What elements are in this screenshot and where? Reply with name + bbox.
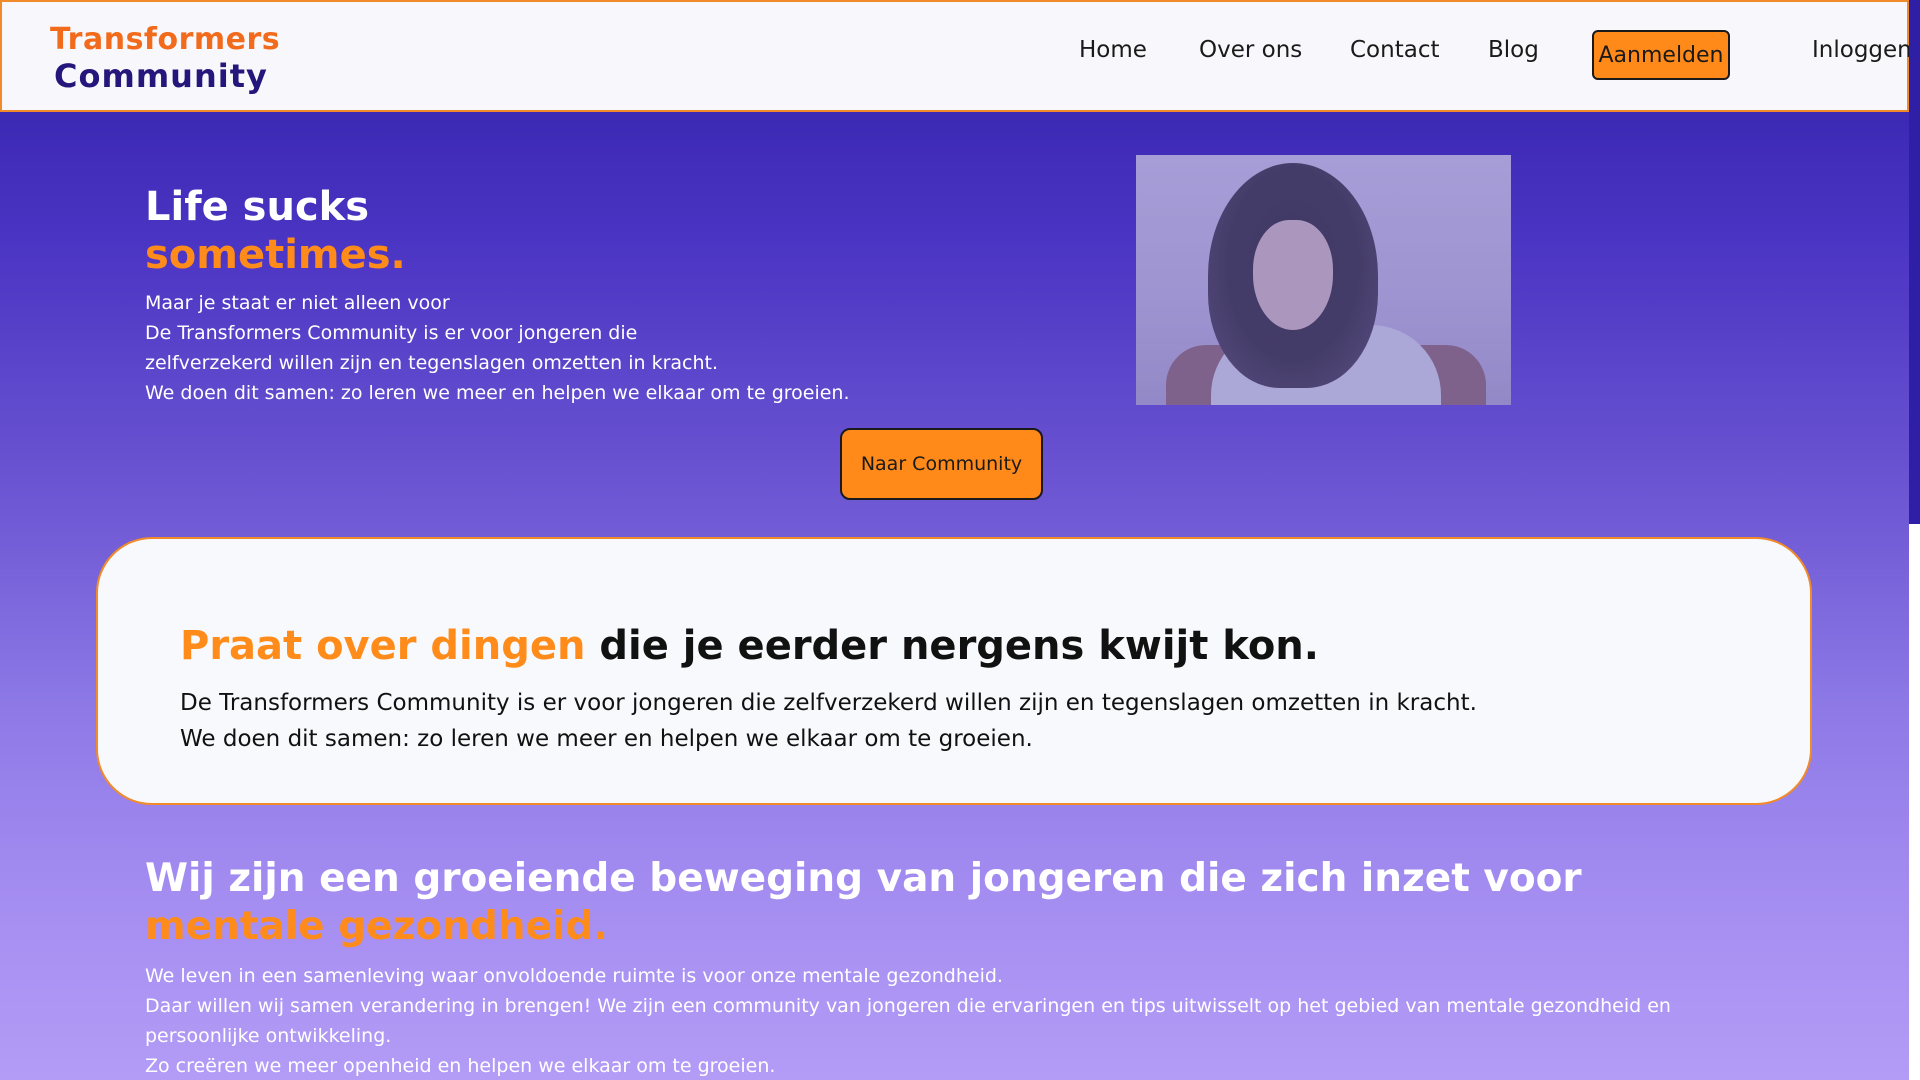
logo-line-2: Community — [54, 57, 268, 95]
hero-title: Life sucks sometimes. — [145, 183, 406, 279]
mission-title-plain: Wij zijn een groeiende beweging van jong… — [145, 856, 1582, 901]
card-title: Praat over dingen die je eerder nergens … — [180, 621, 1319, 671]
nav-login-link[interactable]: Inloggen — [1812, 37, 1909, 63]
mission-description: We leven in een samenleving waar onvoldo… — [145, 961, 1785, 1080]
nav-blog-link[interactable]: Blog — [1488, 37, 1539, 63]
signup-button[interactable]: Aanmelden — [1592, 30, 1730, 80]
hero-title-line-2: sometimes. — [145, 232, 406, 278]
mission-title-accent: mentale gezondheid. — [145, 904, 609, 949]
hero-text-line: zelfverzekerd willen zijn en tegenslagen… — [145, 352, 719, 374]
info-card: Praat over dingen die je eerder nergens … — [96, 537, 1812, 805]
card-title-rest: die je eerder nergens kwijt kon. — [585, 623, 1319, 669]
page-background: Transformers Community Home Over ons Con… — [0, 0, 1909, 1080]
photo-tint — [1136, 155, 1511, 405]
hero-text-line: Maar je staat er niet alleen voor — [145, 292, 450, 314]
hero-text-line: We doen dit samen: zo leren we meer en h… — [145, 382, 850, 404]
mission-text-line: Zo creëren we meer openheid en helpen we… — [145, 1055, 776, 1077]
card-text-line: De Transformers Community is er voor jon… — [180, 690, 1477, 716]
mission-text-line: Daar willen wij samen verandering in bre… — [145, 995, 1671, 1047]
card-title-accent: Praat over dingen — [180, 623, 586, 669]
nav-contact-link[interactable]: Contact — [1350, 37, 1439, 63]
hero-description: Maar je staat er niet alleen voor De Tra… — [145, 288, 1045, 408]
hero-text-line: De Transformers Community is er voor jon… — [145, 322, 638, 344]
logo-line-1: Transformers — [50, 22, 281, 57]
mission-title: Wij zijn een groeiende beweging van jong… — [145, 855, 1705, 951]
hero-photo — [1136, 155, 1511, 405]
scrollbar-track[interactable] — [1909, 0, 1920, 524]
card-text-line: We doen dit samen: zo leren we meer en h… — [180, 726, 1033, 752]
hero-title-line-1: Life sucks — [145, 184, 370, 230]
navbar: Transformers Community Home Over ons Con… — [0, 0, 1909, 112]
card-description: De Transformers Community is er voor jon… — [180, 685, 1730, 757]
mission-text-line: We leven in een samenleving waar onvoldo… — [145, 965, 1003, 987]
nav-about-link[interactable]: Over ons — [1199, 37, 1302, 63]
to-community-button[interactable]: Naar Community — [840, 428, 1043, 500]
nav-home-link[interactable]: Home — [1079, 37, 1147, 63]
site-logo[interactable]: Transformers Community — [50, 22, 280, 94]
